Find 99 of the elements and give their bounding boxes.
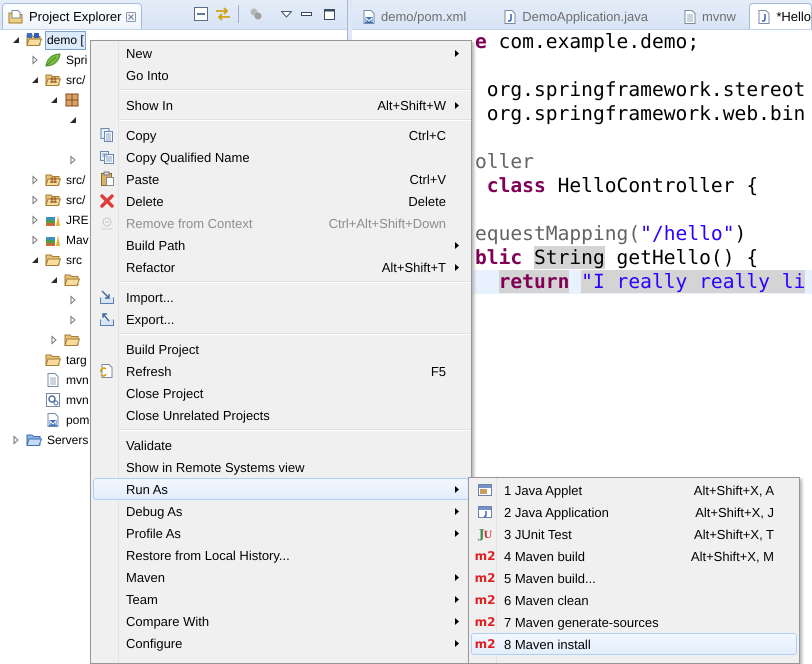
applet-icon [477,482,493,498]
menu-item[interactable]: m2 4 Maven build Alt+Shift+X, M [471,545,797,567]
editor-tab[interactable]: *Hello [749,3,812,29]
maven-icon: m2 [474,571,496,585]
menu-item[interactable]: Close Unrelated Projects [93,404,469,426]
file-icon [682,8,698,24]
menu-item[interactable]: Maven [93,566,469,588]
tree-item[interactable]: Servers [45,430,90,450]
package-icon [64,92,80,108]
menu-item[interactable]: Run As [93,478,469,500]
code-line: blic String getHello() { [475,246,758,269]
folder-icon [26,432,42,448]
tree-item[interactable]: mvn [64,370,91,390]
tree-item[interactable]: mvn [64,390,91,410]
tree-item[interactable]: src/ [64,170,88,190]
refresh-icon [99,363,115,379]
package-folder-icon [45,192,61,208]
tree-item[interactable]: src/ [64,70,88,90]
maven-icon: m2 [474,593,496,607]
menu-item[interactable]: Export... [93,308,469,330]
settings-file-icon [45,392,61,408]
menu-item[interactable]: m2 7 Maven generate-sources [471,611,797,633]
folder-icon [8,8,24,24]
menu-item[interactable]: Restore from Local History... [93,544,469,566]
menu-item[interactable]: m2 5 Maven build... [471,567,797,589]
export-icon [99,311,115,327]
maven-file-icon [45,412,61,428]
package-folder-icon [45,72,61,88]
tree-item[interactable]: pom [64,410,92,430]
menu-item[interactable]: 2 Java Application Alt+Shift+X, J [471,501,797,523]
clipboard-icon [99,171,115,187]
folder-icon [64,332,80,348]
dropdown-icon[interactable] [281,10,292,18]
menu-item[interactable]: Refactor Alt+Shift+T [93,256,469,278]
editor-tab[interactable]: DemoApplication.java [495,3,659,29]
code-line: e com.example.demo; [475,30,700,53]
menu-item[interactable]: Debug As [93,500,469,522]
menu-item[interactable]: JU 3 JUnit Test Alt+Shift+X, T [471,523,797,545]
folder-icon [45,252,61,268]
menu-item[interactable]: m2 8 Maven install [471,633,797,655]
maximize-icon[interactable] [324,8,335,20]
folder-icon [45,352,61,368]
code-line: return "I really really li [498,270,806,293]
menu-item[interactable]: 1 Java Applet Alt+Shift+X, A [471,479,797,501]
menu-item[interactable]: m2 6 Maven clean [471,589,797,611]
menu-item[interactable]: Show In Alt+Shift+W [93,94,469,116]
copy-icon [99,127,115,143]
java-file-icon [502,8,518,24]
remove-icon [99,215,115,231]
tree-item[interactable]: Mav [64,230,91,250]
menu-item[interactable]: Import... [93,286,469,308]
tree-item[interactable]: targ [64,350,89,370]
window-icon [477,504,493,520]
menu-item[interactable]: Build Project [93,338,469,360]
menu-item[interactable]: Build Path [93,234,469,256]
menu-item[interactable]: New [93,42,469,64]
java-file-icon [756,8,772,24]
tree-item[interactable]: demo [ [45,30,86,50]
code-line: equestMapping("/hello") [475,222,746,245]
maven-file-icon [361,8,377,24]
import-icon [99,289,115,305]
editor-tab[interactable]: mvnw [674,3,747,29]
menu-item[interactable]: Copy Ctrl+C [93,124,469,146]
package-folder-icon [45,172,61,188]
menu-item[interactable]: Profile As [93,522,469,544]
maven-icon: m2 [474,549,496,563]
copy-icon [99,149,115,165]
maven-icon: m2 [474,637,496,651]
menu-item[interactable]: Refresh F5 [93,360,469,382]
menu-item[interactable]: Go Into [93,64,469,86]
code-line: org.springframework.web.bin [486,102,806,125]
menu-item[interactable]: Close Project [93,382,469,404]
delete-icon [99,193,115,209]
folder-icon [64,272,80,288]
leaf-icon [45,52,61,68]
code-line: org.springframework.stereot [486,78,806,101]
menu-item[interactable]: Configure [93,632,469,654]
menu-item[interactable]: Validate [93,434,469,456]
code-line: class HelloController { [486,174,758,197]
menu-item[interactable]: Show in Remote Systems view [93,456,469,478]
file-icon [45,372,61,388]
project-icon [26,32,42,48]
menu-item[interactable]: Team [93,588,469,610]
code-line: oller [475,150,534,173]
menu-item[interactable]: Compare With [93,610,469,632]
menu-item[interactable]: Copy Qualified Name [93,146,469,168]
collapse-all-icon[interactable] [194,7,208,21]
explorer-tab[interactable]: Project Explorer [2,3,142,29]
menu-item[interactable]: Paste Ctrl+V [93,168,469,190]
minimize-icon[interactable] [301,12,312,16]
tree-item[interactable]: src/ [64,190,88,210]
tree-item[interactable]: src [64,250,84,270]
tree-item[interactable]: JRE [64,210,91,230]
close-icon[interactable] [126,12,136,22]
menu-item[interactable]: Delete Delete [93,190,469,212]
editor-tab[interactable]: demo/pom.xml [354,3,478,29]
maven-icon: m2 [474,615,496,629]
tree-item[interactable]: Spri [64,50,90,70]
junit-icon: JU [478,527,492,541]
